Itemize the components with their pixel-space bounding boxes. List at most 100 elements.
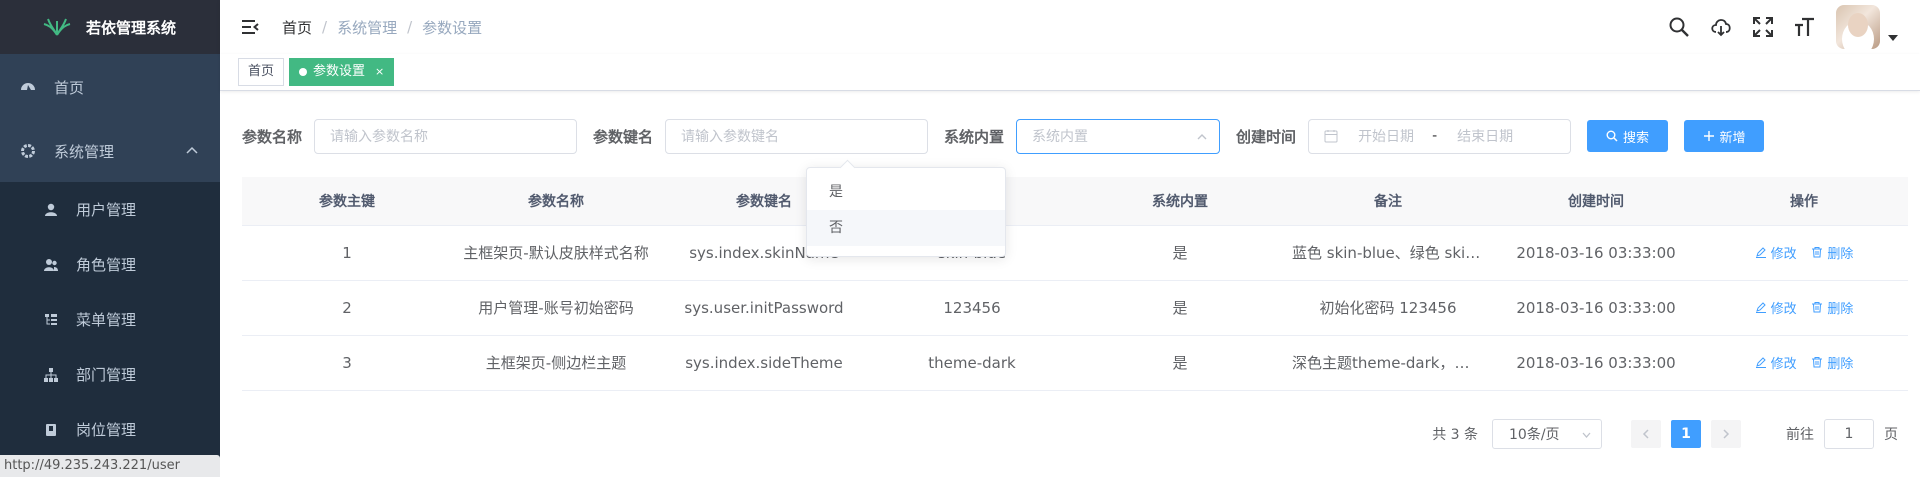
config-name-label: 参数名称 xyxy=(242,127,303,146)
sidebar-item-roles[interactable]: 角色管理 xyxy=(0,237,220,292)
cloud-download-icon[interactable] xyxy=(1710,16,1732,38)
goto-page: 前往 1 页 xyxy=(1786,419,1898,449)
cell-name: 用户管理-账号初始密码 xyxy=(452,280,660,336)
cell-id: 1 xyxy=(242,225,452,281)
font-size-icon[interactable] xyxy=(1794,16,1816,38)
delete-label: 删除 xyxy=(1827,356,1854,372)
dashboard-icon xyxy=(21,83,35,90)
sidebar-item-label: 岗位管理 xyxy=(76,421,137,439)
chevron-right-icon xyxy=(1723,429,1730,439)
cell-builtin: 是 xyxy=(1076,280,1284,336)
dropdown-option-no[interactable]: 否 xyxy=(807,210,1005,246)
sidebar: 若依管理系统 首页 系统管理 用户管理 角色管理 菜单管理 部门管理 岗位管理 xyxy=(0,0,220,477)
config-key-input[interactable]: 请输入参数键名 xyxy=(665,118,929,154)
tags-view: 首页 参数设置 × xyxy=(220,54,1920,91)
config-table: 参数主键 参数名称 参数键名 参数键值 系统内置 备注 创建时间 操作 1 主框… xyxy=(242,177,1908,391)
goto-page-input[interactable]: 1 xyxy=(1824,419,1874,449)
sidebar-item-menus[interactable]: 菜单管理 xyxy=(0,292,220,347)
edit-button[interactable]: 修改 xyxy=(1755,298,1797,317)
config-name-input[interactable]: 请输入参数名称 xyxy=(314,118,578,154)
cell-key: sys.index.sideTheme xyxy=(660,335,868,391)
cell-actions: 修改 删除 xyxy=(1700,225,1908,281)
next-page-button[interactable] xyxy=(1711,420,1741,448)
hamburger-icon[interactable] xyxy=(240,17,260,37)
cell-actions: 修改 删除 xyxy=(1700,280,1908,336)
config-type-label: 系统内置 xyxy=(944,127,1005,146)
cell-name: 主框架页-侧边栏主题 xyxy=(452,335,660,391)
dropdown-option-yes[interactable]: 是 xyxy=(807,174,1005,210)
search-button[interactable]: 搜索 xyxy=(1587,120,1669,152)
sidebar-item-posts[interactable]: 岗位管理 xyxy=(0,402,220,457)
status-url: http://49.235.243.221/user xyxy=(0,455,220,477)
search-icon[interactable] xyxy=(1668,16,1690,38)
tag-home[interactable]: 首页 xyxy=(238,58,285,86)
button-label: 新增 xyxy=(1719,130,1746,146)
main-content: 参数名称 请输入参数名称 参数键名 请输入参数键名 系统内置 系统内置 创建时间… xyxy=(220,91,1920,477)
create-time-label: 创建时间 xyxy=(1236,127,1297,146)
page-number-button[interactable]: 1 xyxy=(1671,420,1701,448)
plus-icon xyxy=(1703,131,1714,141)
people-icon xyxy=(44,258,58,271)
close-icon[interactable]: × xyxy=(375,59,384,85)
breadcrumb-system: 系统管理 xyxy=(337,18,398,37)
total-count: 共 3 条 xyxy=(1432,427,1478,443)
right-menu xyxy=(1668,0,1920,54)
placeholder: 系统内置 xyxy=(1032,129,1089,145)
column-header: 操作 xyxy=(1700,177,1908,226)
avatar[interactable] xyxy=(1836,5,1880,49)
submenu: 用户管理 角色管理 菜单管理 部门管理 岗位管理 xyxy=(0,182,220,457)
cell-remark: 蓝色 skin-blue、绿色 skin-green xyxy=(1284,225,1492,281)
cell-value: theme-dark xyxy=(868,335,1076,391)
chevron-down-icon xyxy=(1582,432,1591,438)
edit-icon xyxy=(1755,247,1766,259)
query-form: 参数名称 请输入参数名称 参数键名 请输入参数键名 系统内置 系统内置 创建时间… xyxy=(242,91,1898,177)
column-header: 参数主键 xyxy=(242,177,452,226)
trash-icon xyxy=(1812,302,1823,313)
cell-id: 2 xyxy=(242,280,452,336)
navbar: 首页 / 系统管理 / 参数设置 xyxy=(220,0,1920,54)
sidebar-item-label: 菜单管理 xyxy=(76,311,137,329)
add-button[interactable]: 新增 xyxy=(1684,120,1765,152)
caret-down-icon[interactable] xyxy=(1888,35,1898,41)
prev-page-button[interactable] xyxy=(1631,420,1661,448)
delete-button[interactable]: 删除 xyxy=(1811,298,1853,317)
cell-remark: 深色主题theme-dark，浅色主题theme-light xyxy=(1284,335,1492,391)
tag-label: 参数设置 xyxy=(313,64,366,79)
config-type-select[interactable]: 系统内置 xyxy=(1016,118,1221,154)
cell-builtin: 是 xyxy=(1076,335,1284,391)
end-date-input[interactable]: 结束日期 xyxy=(1457,126,1513,146)
search-icon xyxy=(1606,130,1618,142)
delete-label: 删除 xyxy=(1827,246,1854,262)
breadcrumb-home[interactable]: 首页 xyxy=(282,17,312,38)
sidebar-item-users[interactable]: 用户管理 xyxy=(0,182,220,237)
fullscreen-icon[interactable] xyxy=(1752,16,1774,38)
sidebar-item-label: 角色管理 xyxy=(76,256,137,274)
delete-button[interactable]: 删除 xyxy=(1811,353,1853,372)
delete-button[interactable]: 删除 xyxy=(1811,243,1853,262)
sidebar-item-label: 首页 xyxy=(54,78,85,97)
chevron-left-icon xyxy=(1642,429,1649,439)
logo[interactable]: 若依管理系统 xyxy=(0,0,220,54)
table-row: 2 用户管理-账号初始密码 sys.user.initPassword 1234… xyxy=(242,280,1908,336)
edit-button[interactable]: 修改 xyxy=(1755,353,1797,372)
breadcrumb: 首页 / 系统管理 / 参数设置 xyxy=(282,17,482,38)
table-header-row: 参数主键 参数名称 参数键名 参数键值 系统内置 备注 创建时间 操作 xyxy=(242,177,1908,226)
sidebar-item-label: 部门管理 xyxy=(76,366,137,384)
sidebar-item-system[interactable]: 系统管理 xyxy=(0,120,220,182)
column-header: 系统内置 xyxy=(1076,177,1284,226)
edit-button[interactable]: 修改 xyxy=(1755,243,1797,262)
user-icon xyxy=(45,203,57,216)
edit-label: 修改 xyxy=(1770,246,1797,262)
edit-label: 修改 xyxy=(1770,301,1797,317)
sidebar-item-home[interactable]: 首页 xyxy=(0,54,220,120)
tag-config-active[interactable]: 参数设置 × xyxy=(289,58,395,86)
breadcrumb-sep: / xyxy=(407,18,413,36)
placeholder: 请输入参数名称 xyxy=(330,129,429,145)
column-header: 参数名称 xyxy=(452,177,660,226)
date-range-picker[interactable]: 开始日期 - 结束日期 xyxy=(1308,118,1572,154)
sidebar-item-depts[interactable]: 部门管理 xyxy=(0,347,220,402)
start-date-input[interactable]: 开始日期 xyxy=(1358,126,1414,146)
sidebar-item-label: 用户管理 xyxy=(76,201,137,219)
cell-remark: 初始化密码 123456 xyxy=(1284,280,1492,336)
page-size-select[interactable]: 10条/页 xyxy=(1492,419,1602,449)
